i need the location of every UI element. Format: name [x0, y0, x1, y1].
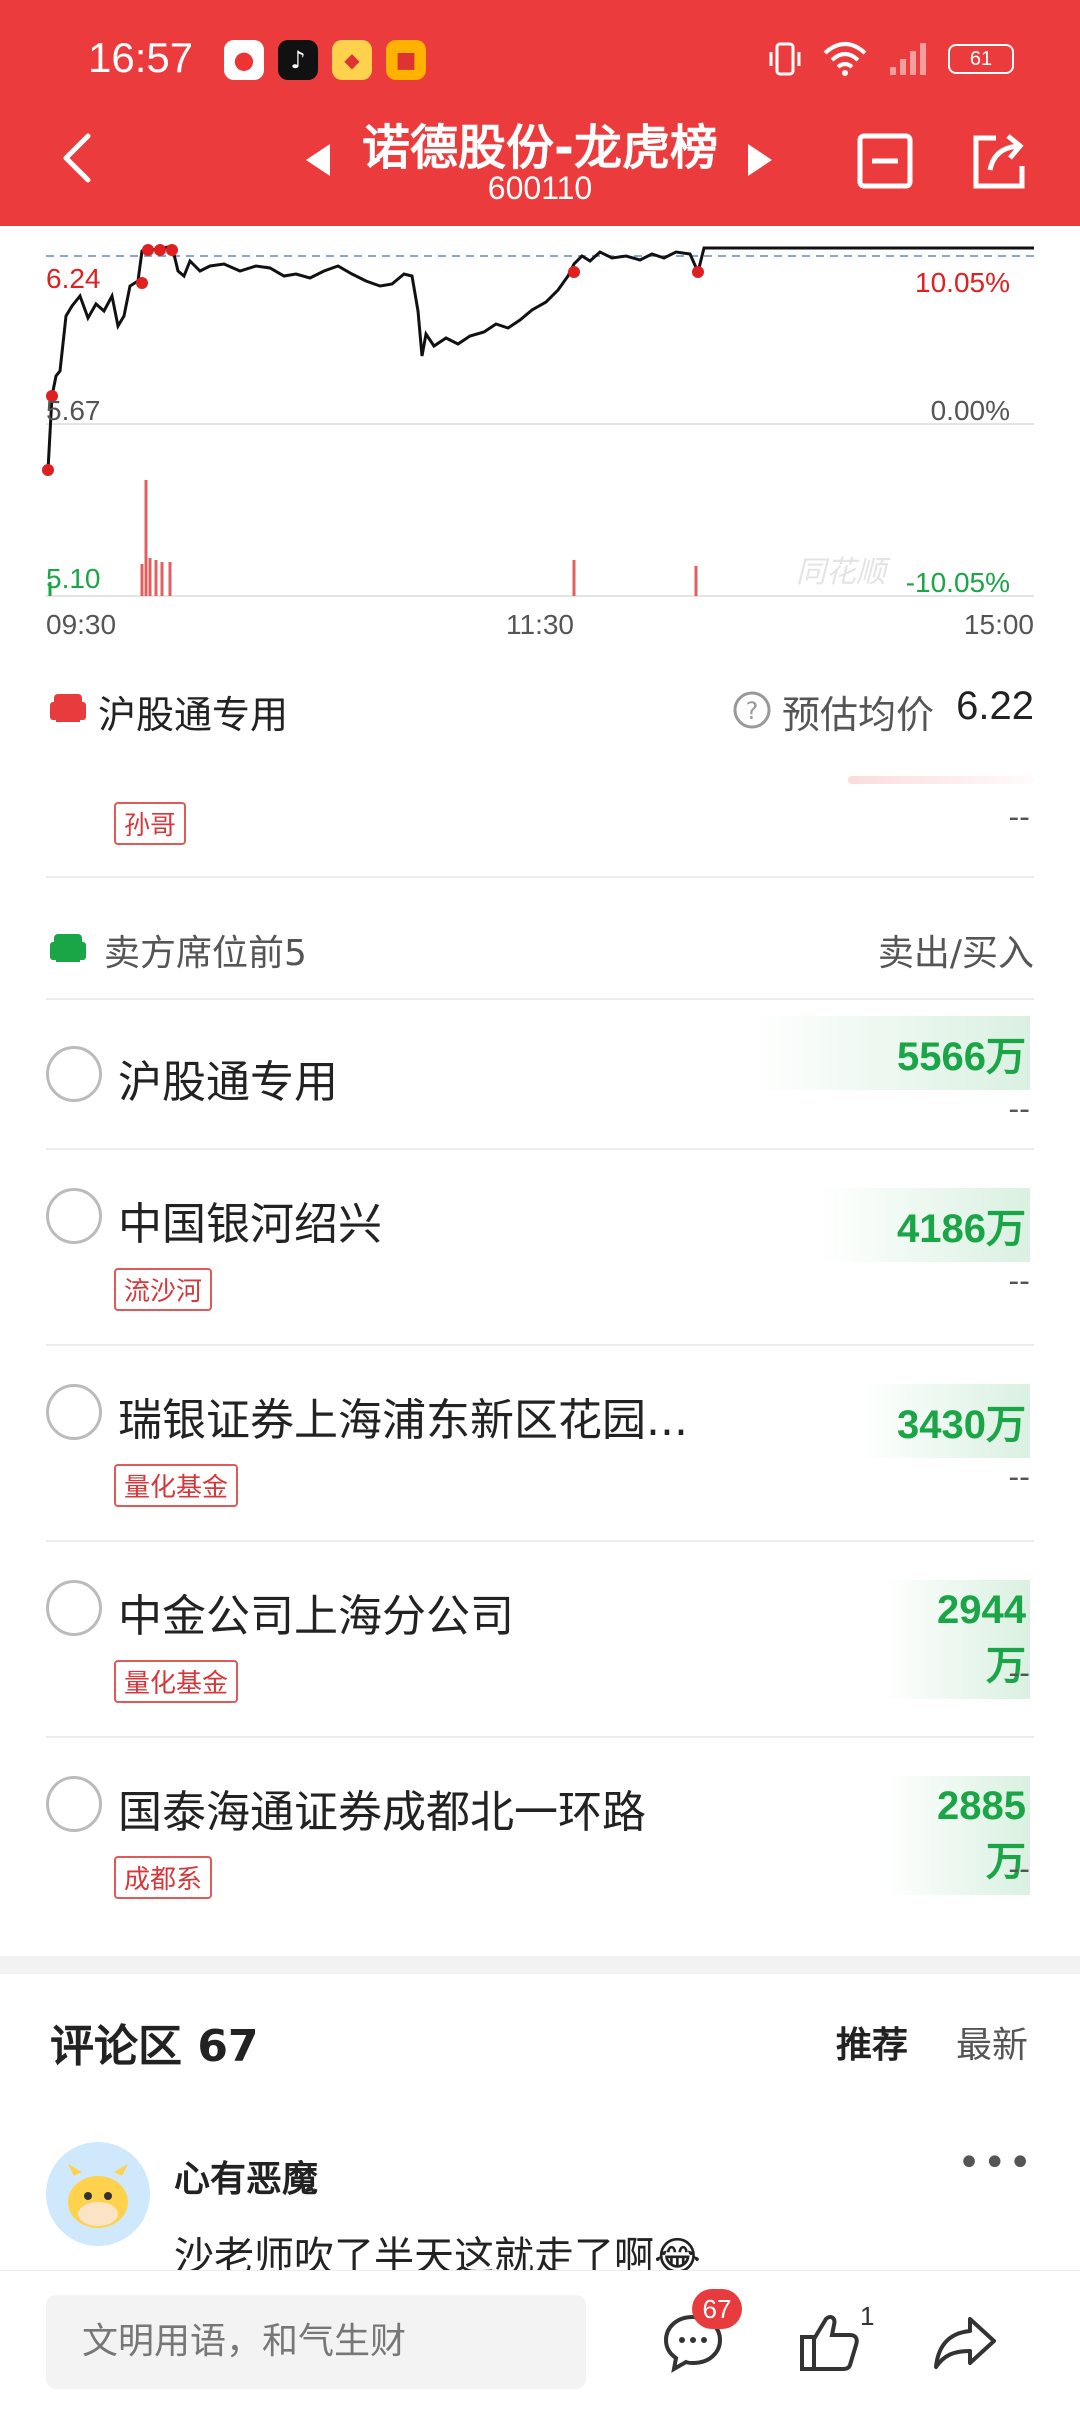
help-icon[interactable]: ?: [732, 690, 772, 730]
sell-section-title: 卖方席位前5: [104, 933, 307, 974]
seat-name: 瑞银证券上海浦东新区花园...: [118, 1395, 688, 1446]
chart-point: [568, 266, 580, 278]
tab-latest[interactable]: 最新: [956, 2016, 1028, 2068]
seat-row[interactable]: 沪股通专用 5566万 --: [0, 1000, 1080, 1148]
comments-title: 评论区 67: [50, 2021, 259, 2072]
low-price-label: 5.10: [46, 563, 101, 594]
share-forward-icon[interactable]: [930, 2311, 1000, 2375]
nav-bar: 诺德股份-龙虎榜 600110: [0, 100, 1080, 226]
select-circle[interactable]: [46, 1776, 102, 1832]
comment-input[interactable]: 文明用语，和气生财: [46, 2295, 586, 2389]
wallet-icon: ■: [386, 40, 426, 80]
seat-row[interactable]: 中国银河绍兴 流沙河 4186万 --: [0, 1150, 1080, 1344]
sell-amount: 5566万: [750, 1016, 1030, 1090]
comment-count-badge: 67: [692, 2289, 742, 2329]
section-separator: [0, 1956, 1080, 1974]
time-mid-label: 11:30: [506, 609, 574, 640]
buy-amount: --: [1008, 1460, 1030, 1495]
time-start-label: 09:30: [46, 609, 116, 640]
avg-price-row: 沪股通专用 ? 预估均价 6.22: [0, 680, 1080, 740]
chart-point: [42, 464, 54, 476]
partial-buyer-row: 孙哥 --: [0, 770, 1080, 870]
tiktok-icon: ♪: [278, 40, 318, 80]
status-time: 16:57: [88, 34, 194, 81]
bottom-bar: 文明用语，和气生财 67 1: [0, 2270, 1080, 2412]
seat-name: 中金公司上海分公司: [118, 1591, 514, 1642]
chart-point: [692, 266, 704, 278]
thumbs-up-icon: [800, 2315, 859, 2371]
intraday-chart: 6.24 5.67 5.10 10.05% 0.00% -10.05% 同花顺 …: [0, 226, 1080, 646]
chart-point: [166, 244, 178, 256]
next-stock-icon[interactable]: [748, 144, 772, 176]
top-pct-label: 10.05%: [915, 267, 1010, 298]
svg-text:?: ?: [746, 697, 759, 725]
notification-icons: ● ♪ ◆ ■: [224, 40, 426, 80]
sell-amount: 4186万: [820, 1188, 1030, 1262]
mid-price-label: 5.67: [46, 395, 101, 426]
time-end-label: 15:00: [964, 609, 1034, 640]
share-icon[interactable]: [966, 128, 1032, 194]
buy-amount: --: [1008, 1852, 1030, 1887]
seat-tag: 流沙河: [114, 1268, 213, 1311]
seat-name: 中国银河绍兴: [118, 1199, 382, 1250]
seat-name: 沪股通专用: [118, 1057, 338, 1108]
comment-text: 沙老师吹了半天这就走了啊😂: [174, 2234, 701, 2270]
status-bar: 16:57 ● ♪ ◆ ■ 61: [0, 0, 1080, 100]
seat-green-icon: [50, 934, 86, 962]
select-circle[interactable]: [46, 1384, 102, 1440]
price-line: [46, 244, 1034, 471]
collapse-icon[interactable]: [852, 128, 918, 194]
comments-header: 评论区 67 推荐 最新: [0, 2010, 1080, 2072]
battery-icon: 61: [948, 44, 1014, 74]
avg-seat-label: 沪股通专用: [98, 693, 289, 737]
weibo-icon: ●: [224, 40, 264, 80]
comment-button[interactable]: 67: [658, 2289, 742, 2377]
chart-point: [142, 244, 154, 256]
comment-item: 心有恶魔 ••• 沙老师吹了半天这就走了啊😂: [0, 2140, 1080, 2270]
system-icons: 61: [768, 40, 1014, 78]
avatar[interactable]: [46, 2142, 150, 2246]
est-avg-label: 预估均价: [782, 693, 935, 737]
seat-red-icon: [50, 694, 86, 722]
like-button[interactable]: 1: [794, 2301, 874, 2377]
watermark: 同花顺: [796, 555, 891, 590]
buy-amount: --: [1008, 1264, 1030, 1299]
seat-row[interactable]: 国泰海通证券成都北一环路 成都系 2885万 --: [0, 1738, 1080, 1934]
page-title: 诺德股份-龙虎榜: [362, 120, 718, 176]
low-pct-label: -10.05%: [906, 567, 1010, 598]
buy-amount: --: [1008, 1092, 1030, 1127]
app-icon: ◆: [332, 40, 372, 80]
tab-recommend[interactable]: 推荐: [836, 2016, 908, 2068]
like-count: 1: [860, 2301, 875, 2331]
top-price-label: 6.24: [46, 263, 101, 294]
seat-row[interactable]: 中金公司上海分公司 量化基金 2944万 --: [0, 1542, 1080, 1738]
seat-tag: 量化基金: [114, 1464, 239, 1507]
est-avg-value: 6.22: [956, 684, 1034, 728]
seat-tag: 成都系: [114, 1856, 213, 1899]
sell-section-header: 卖方席位前5 卖出/买入: [0, 920, 1080, 980]
intraday-chart-svg: 6.24 5.67 5.10 10.05% 0.00% -10.05% 同花顺 …: [42, 244, 1034, 640]
comment-user[interactable]: 心有恶魔: [174, 2150, 318, 2202]
vibrate-icon: [769, 42, 801, 76]
sell-amount: 3430万: [858, 1384, 1030, 1458]
more-icon[interactable]: •••: [957, 2140, 1034, 2186]
wifi-icon: [823, 42, 867, 76]
seat-tag: 量化基金: [114, 1660, 239, 1703]
sell-buy-label: 卖出/买入: [877, 933, 1034, 974]
select-circle[interactable]: [46, 1188, 102, 1244]
mid-pct-label: 0.00%: [931, 395, 1010, 426]
buy-amount: --: [1008, 1656, 1030, 1691]
seat-row[interactable]: 瑞银证券上海浦东新区花园... 量化基金 3430万 --: [0, 1346, 1080, 1542]
signal-icon: [890, 43, 926, 75]
select-circle[interactable]: [46, 1580, 102, 1636]
seat-dash: --: [1008, 800, 1030, 835]
chart-point: [136, 277, 148, 289]
select-circle[interactable]: [46, 1046, 102, 1102]
chart-point: [154, 244, 166, 256]
stock-code: 600110: [487, 170, 593, 206]
seat-name: 国泰海通证券成都北一环路: [118, 1787, 646, 1838]
seat-tag: 孙哥: [114, 802, 187, 845]
